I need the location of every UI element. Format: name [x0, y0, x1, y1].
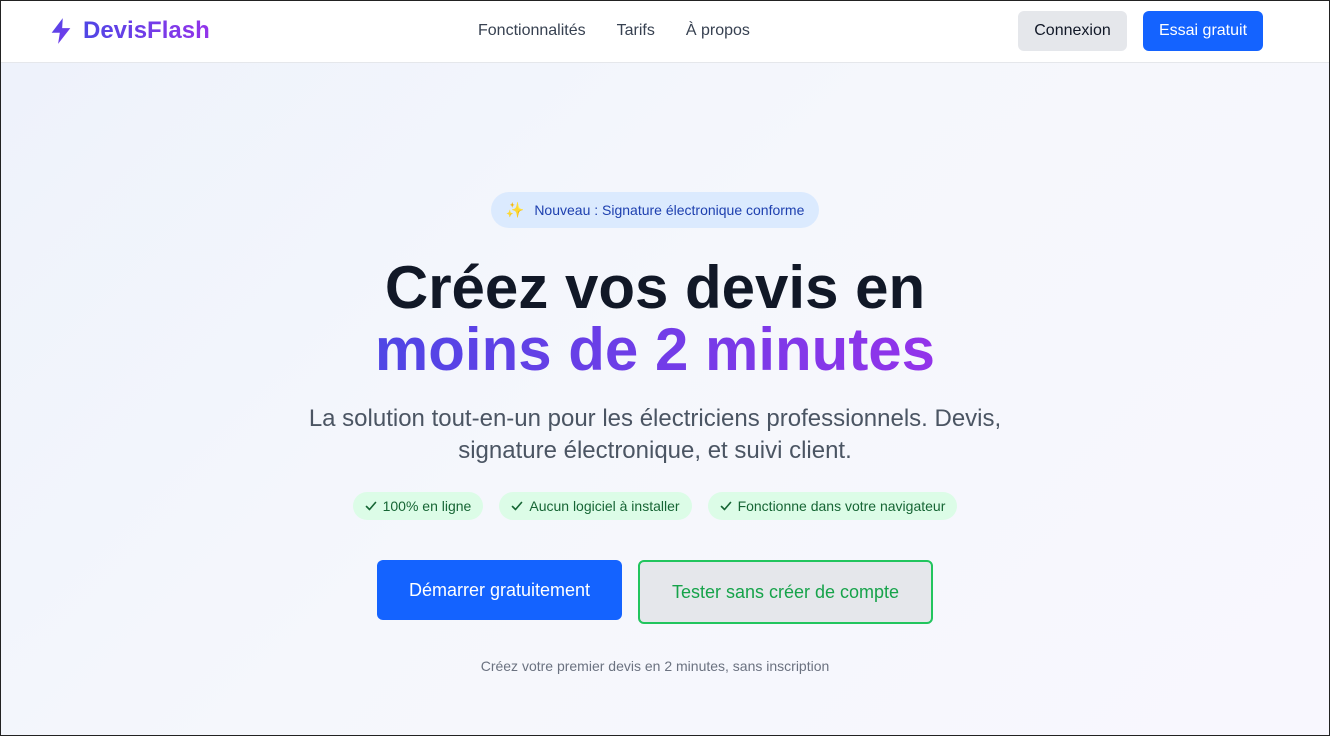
feature-label: 100% en ligne — [382, 498, 472, 514]
feature-label: Fonctionne dans votre navigateur — [737, 498, 946, 514]
hero-headline: Créez vos devis en — [384, 254, 926, 321]
new-feature-badge[interactable]: ✨ Nouveau : Signature électronique confo… — [491, 192, 819, 228]
hero-section: ✨ Nouveau : Signature électronique confo… — [1, 63, 1329, 735]
start-free-button[interactable]: Démarrer gratuitement — [377, 560, 622, 620]
badge-text: Nouveau : Signature électronique conform… — [534, 202, 805, 218]
nav-link-about[interactable]: À propos — [686, 21, 750, 41]
try-without-account-button[interactable]: Tester sans créer de compte — [638, 560, 933, 624]
feature-pill: Fonctionne dans votre navigateur — [707, 492, 958, 520]
nav-link-features[interactable]: Fonctionnalités — [478, 21, 586, 41]
nav-links: Fonctionnalités Tarifs À propos — [478, 21, 750, 41]
feature-pills: 100% en ligne Aucun logiciel à installer… — [1, 492, 1309, 520]
sparkles-icon: ✨ — [505, 201, 525, 219]
check-icon — [365, 501, 376, 511]
nav-link-pricing[interactable]: Tarifs — [617, 21, 655, 41]
feature-label: Aucun logiciel à installer — [529, 498, 680, 514]
lightning-bolt-icon — [51, 18, 71, 44]
brand-name: DevisFlash — [83, 17, 210, 44]
check-icon — [512, 501, 523, 511]
top-navbar: DevisFlash Fonctionnalités Tarifs À prop… — [1, 1, 1329, 63]
brand-logo[interactable]: DevisFlash — [47, 15, 210, 47]
login-button[interactable]: Connexion — [1018, 11, 1127, 51]
check-icon — [720, 501, 731, 511]
feature-pill: Aucun logiciel à installer — [499, 492, 692, 520]
hero-subtitle: La solution tout-en-un pour les électric… — [308, 405, 1002, 464]
hero-headline-highlight-text: moins de 2 minutes — [374, 316, 936, 383]
free-trial-button[interactable]: Essai gratuit — [1143, 11, 1263, 51]
hero-headline-highlight: moins de 2 minutes — [1, 318, 1309, 382]
hero-note: Créez votre premier devis en 2 minutes, … — [480, 658, 830, 674]
feature-pill: 100% en ligne — [352, 492, 484, 520]
